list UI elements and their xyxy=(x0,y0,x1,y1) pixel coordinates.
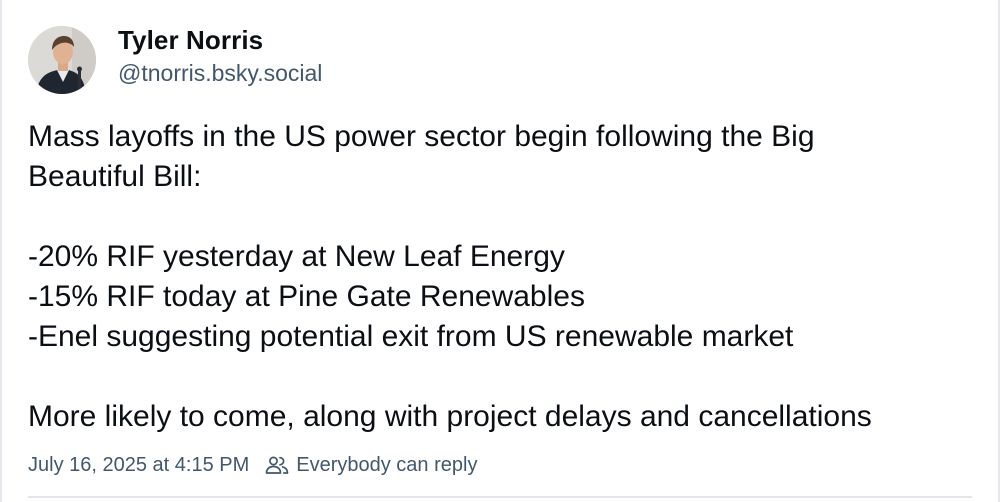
post-line: Beautiful Bill: xyxy=(28,160,202,193)
author-header[interactable]: Tyler Norris @tnorris.bsky.social xyxy=(28,25,322,94)
divider xyxy=(28,496,972,498)
post-line: More likely to come, along with project … xyxy=(28,400,872,433)
author-display-name[interactable]: Tyler Norris xyxy=(118,25,322,55)
card-left-border xyxy=(0,0,2,502)
author-names: Tyler Norris @tnorris.bsky.social xyxy=(118,25,322,89)
post-line: -15% RIF today at Pine Gate Renewables xyxy=(28,280,585,313)
post-line-break xyxy=(28,357,978,397)
post-timestamp[interactable]: July 16, 2025 at 4:15 PM xyxy=(28,451,249,479)
avatar-photo-icon xyxy=(28,26,96,94)
post-line: -Enel suggesting potential exit from US … xyxy=(28,320,794,353)
reply-setting[interactable]: Everybody can reply xyxy=(296,451,477,479)
post-line-break xyxy=(28,197,978,237)
post-line: -20% RIF yesterday at New Leaf Energy xyxy=(28,240,565,273)
post-body: Mass layoffs in the US power sector begi… xyxy=(28,117,978,437)
people-icon xyxy=(265,455,289,475)
post-card: Tyler Norris @tnorris.bsky.social Mass l… xyxy=(0,0,1000,502)
avatar[interactable] xyxy=(28,26,96,94)
author-handle[interactable]: @tnorris.bsky.social xyxy=(118,57,322,89)
post-line: Mass layoffs in the US power sector begi… xyxy=(28,120,815,153)
post-meta: July 16, 2025 at 4:15 PM Everybody can r… xyxy=(28,451,477,479)
